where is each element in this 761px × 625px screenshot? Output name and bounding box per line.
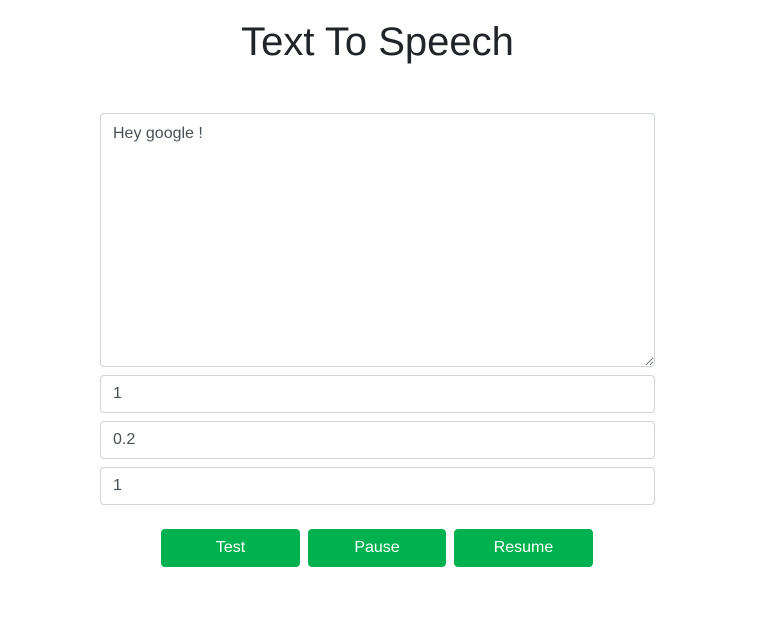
rate-input[interactable] xyxy=(100,375,655,413)
speech-text-input[interactable]: Hey google ! xyxy=(100,113,655,367)
page-title: Text To Speech xyxy=(241,20,514,64)
resume-button[interactable]: Resume xyxy=(454,529,593,567)
button-row: Test Pause Resume xyxy=(161,529,593,567)
pitch-input[interactable] xyxy=(100,421,655,459)
volume-input[interactable] xyxy=(100,467,655,505)
test-button[interactable]: Test xyxy=(161,529,300,567)
tts-form: Hey google ! xyxy=(100,113,655,505)
pause-button[interactable]: Pause xyxy=(308,529,446,567)
